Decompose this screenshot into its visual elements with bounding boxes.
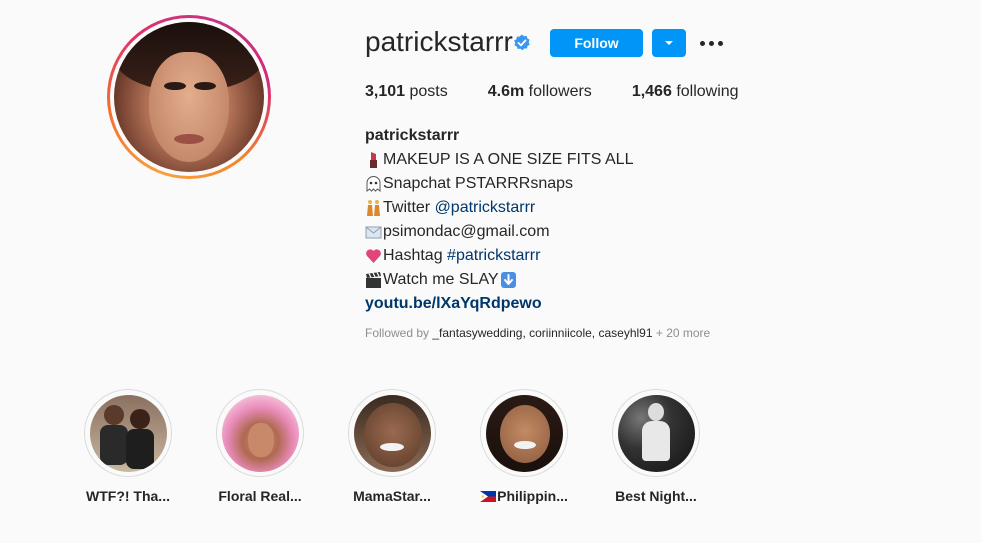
posts-stat: 3,101 posts	[365, 83, 448, 101]
bio-url-link[interactable]: youtu.be/lXaYqRdpewo	[365, 292, 633, 316]
bio-line: Hashtag #patrickstarrr	[365, 244, 633, 268]
verified-badge-icon	[514, 34, 530, 51]
more-dot-icon	[699, 40, 705, 46]
followed-by-prefix: Followed by	[365, 326, 433, 340]
followers-count: 4.6m	[487, 83, 525, 100]
following-label: following	[676, 83, 739, 100]
highlight-cover	[485, 394, 563, 472]
highlight-label: Best Night...	[615, 488, 697, 504]
avatar-gap	[110, 18, 268, 176]
follow-button[interactable]: Follow	[550, 29, 643, 57]
suggested-dropdown-button[interactable]	[652, 29, 686, 57]
philippines-flag-icon	[480, 490, 497, 502]
story-highlight[interactable]: Philippin...	[469, 389, 579, 504]
highlight-ring	[348, 389, 436, 477]
highlight-cover	[89, 394, 167, 472]
down-arrow-icon	[500, 272, 516, 288]
bio-line: Watch me SLAY	[365, 268, 633, 292]
envelope-icon	[365, 226, 382, 239]
posts-label: posts	[409, 83, 448, 100]
story-highlight[interactable]: WTF?! Tha...	[73, 389, 183, 504]
highlight-label: Floral Real...	[218, 488, 302, 504]
following-count: 1,466	[631, 83, 672, 100]
clapper-icon	[366, 272, 381, 288]
hashtag-link[interactable]: #patrickstarrr	[447, 244, 540, 268]
bio-hashtag-text: Hashtag	[383, 247, 448, 264]
more-options-button[interactable]	[698, 33, 724, 53]
avatar-face	[149, 52, 229, 162]
caret-down-icon	[665, 41, 673, 45]
bio-email: psimondac@gmail.com	[383, 223, 550, 240]
bio-twitter-text: Twitter	[383, 199, 435, 216]
bio-name: patrickstarrr	[365, 127, 460, 144]
avatar-eye	[194, 82, 216, 90]
profile-username: patrickstarrr	[365, 26, 513, 57]
story-highlight[interactable]: Best Night...	[601, 389, 711, 504]
highlight-label: WTF?! Tha...	[86, 488, 170, 504]
twitter-handle-link[interactable]: @patrickstarrr	[435, 196, 536, 220]
ghost-icon	[366, 176, 381, 193]
highlight-cover	[617, 394, 695, 472]
followers-stat[interactable]: 4.6m followers	[488, 83, 592, 101]
followed-by[interactable]: Followed by _fantasywedding, coriinniico…	[365, 326, 710, 340]
followed-by-more: + 20 more	[652, 326, 711, 340]
highlight-label: Philippin...	[469, 488, 579, 504]
heart-icon	[366, 249, 381, 263]
highlight-ring	[480, 389, 568, 477]
dancers-icon	[367, 200, 380, 216]
highlight-cover	[353, 394, 431, 472]
avatar-lip	[174, 134, 204, 144]
more-dot-icon	[717, 40, 723, 46]
story-highlight[interactable]: Floral Real...	[205, 389, 315, 504]
highlight-ring	[612, 389, 700, 477]
followers-label: followers	[528, 83, 592, 100]
bio-line: Snapchat PSTARRRsnaps	[365, 172, 633, 196]
more-dot-icon	[708, 40, 714, 46]
bio-line: psimondac@gmail.com	[365, 220, 633, 244]
profile-avatar[interactable]	[107, 15, 271, 179]
followed-by-names: _fantasywedding, coriinniicole, caseyhl9…	[432, 326, 653, 340]
posts-count: 3,101	[365, 83, 406, 100]
highlight-label-text: Philippin...	[497, 488, 568, 504]
highlight-label: MamaStar...	[353, 488, 431, 504]
highlight-cover	[221, 394, 299, 472]
avatar-eye	[164, 82, 186, 90]
bio-line-snapchat: Snapchat PSTARRRsnaps	[383, 175, 574, 192]
highlight-ring	[216, 389, 304, 477]
lipstick-icon	[370, 152, 377, 168]
bio-line-makeup: MAKEUP IS A ONE SIZE FITS ALL	[383, 151, 634, 168]
profile-bio: patrickstarrr MAKEUP IS A ONE SIZE FITS …	[365, 124, 633, 316]
highlight-ring	[84, 389, 172, 477]
profile-stats: 3,101 posts 4.6m followers 1,466 followi…	[365, 83, 779, 101]
following-stat[interactable]: 1,466 following	[632, 83, 739, 101]
story-highlight[interactable]: MamaStar...	[337, 389, 447, 504]
bio-line: Twitter @patrickstarrr	[365, 196, 633, 220]
avatar-image	[114, 22, 264, 172]
bio-watch-me: Watch me SLAY	[383, 271, 499, 288]
bio-line: MAKEUP IS A ONE SIZE FITS ALL	[365, 148, 633, 172]
